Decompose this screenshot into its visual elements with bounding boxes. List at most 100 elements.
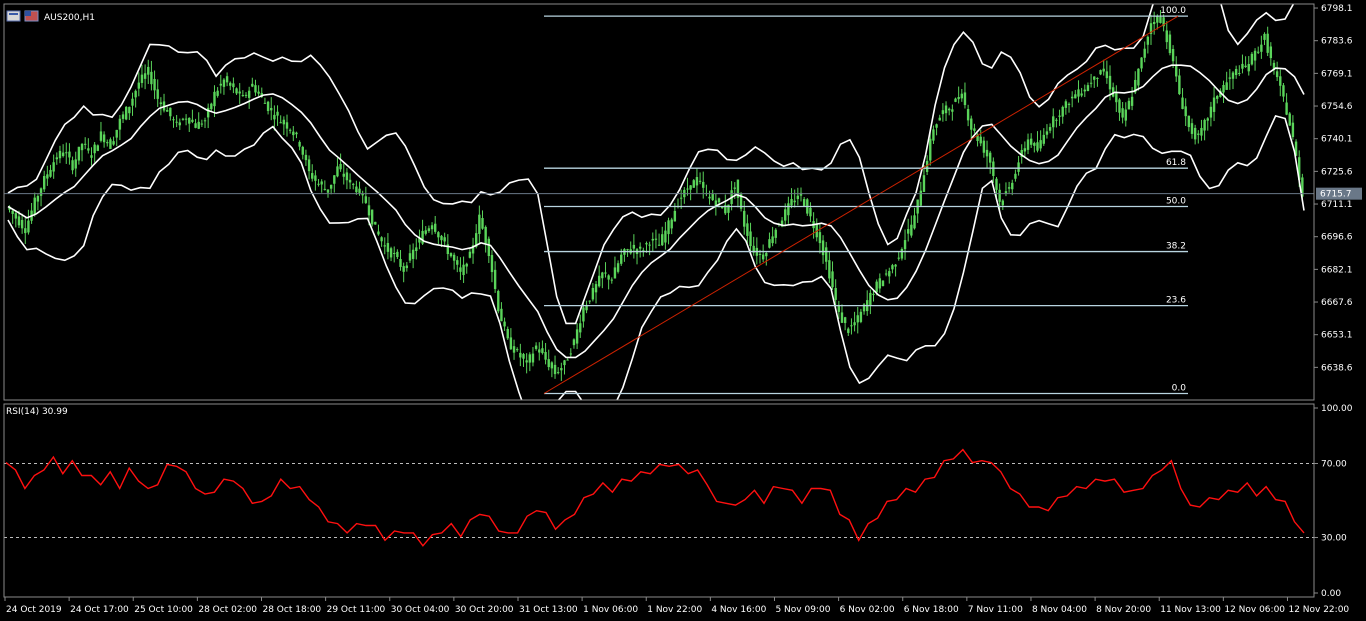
candle-body <box>941 110 945 115</box>
candle-body <box>758 253 762 255</box>
candle-body <box>298 141 301 147</box>
candle-body <box>1146 36 1150 45</box>
candle-body <box>124 106 128 120</box>
time-tick-label: 6 Nov 02:00 <box>840 605 895 615</box>
candle-body <box>1190 123 1194 134</box>
chart-canvas[interactable]: 100.0 61.8 50.0 38.2 23.6 0.0 6798.1 6783.6 676… <box>0 0 1366 621</box>
candle-body <box>288 129 292 131</box>
time-tick-label: 28 Oct 02:00 <box>198 605 257 615</box>
candle-body <box>657 244 661 246</box>
candle-body <box>1178 75 1181 95</box>
candle-body <box>1058 115 1061 117</box>
candle-body <box>1108 75 1112 90</box>
candle-body <box>500 308 503 322</box>
candle-body <box>65 152 68 154</box>
candle-body <box>326 189 330 193</box>
candle-body <box>1238 73 1241 75</box>
candle-body <box>440 235 443 241</box>
candle-body <box>11 210 14 214</box>
candle-body <box>1093 76 1096 80</box>
candle-body <box>825 247 828 262</box>
time-tick-label: 31 Oct 13:00 <box>519 605 578 615</box>
time-tick-label: 30 Oct 20:00 <box>455 605 514 615</box>
candle-body <box>244 94 248 96</box>
candle-body <box>134 90 137 98</box>
candle-body <box>175 121 178 123</box>
candle-body <box>717 198 721 203</box>
candle-body <box>200 123 204 125</box>
candle-body <box>679 197 683 199</box>
candle-body <box>58 150 62 159</box>
candle-body <box>919 190 923 206</box>
candle-body <box>292 131 295 136</box>
candle-body <box>695 177 699 186</box>
candle-body <box>1225 82 1228 90</box>
candle-body <box>692 180 695 188</box>
candle-body <box>301 146 304 155</box>
candle-body <box>869 292 872 306</box>
candle-body <box>370 209 374 225</box>
candle-body <box>765 252 768 257</box>
candle-body <box>159 102 163 105</box>
candle-body <box>225 76 229 83</box>
candle-body <box>963 92 967 106</box>
candle-body <box>46 174 49 179</box>
candle-body <box>910 224 913 236</box>
candle-body <box>528 354 532 363</box>
time-tick-label: 1 Nov 22:00 <box>647 605 702 615</box>
candle-body <box>1121 108 1124 118</box>
candle-body <box>352 183 355 185</box>
candle-body <box>402 266 405 272</box>
time-tick-label: 1 Nov 06:00 <box>583 605 638 615</box>
candle-body <box>61 152 65 157</box>
candle-body <box>197 121 200 129</box>
candle-body <box>796 195 800 200</box>
candle-body <box>900 249 904 259</box>
candle-body <box>83 143 87 145</box>
candle-body <box>1048 127 1052 131</box>
candle-body <box>547 359 550 368</box>
candle-body <box>178 122 181 126</box>
candle-body <box>1023 148 1027 152</box>
candle-body <box>24 228 27 234</box>
candle-body <box>210 103 213 110</box>
candle-body <box>1096 77 1099 79</box>
candle-body <box>1039 140 1042 149</box>
candle-body <box>452 254 456 261</box>
rsi-tick-label: 30.00 <box>1321 534 1347 544</box>
candle-body <box>957 96 960 100</box>
candle-body <box>560 368 563 371</box>
candle-body <box>1193 127 1197 140</box>
candle-body <box>550 362 554 369</box>
candle-body <box>270 107 273 111</box>
candle-body <box>1140 57 1143 69</box>
candle-body <box>203 120 207 122</box>
candle-body <box>229 82 232 86</box>
candle-body <box>137 82 140 89</box>
candle-body <box>1203 119 1206 131</box>
candle-body <box>478 214 481 234</box>
candle-body <box>503 321 506 327</box>
candle-body <box>336 166 339 177</box>
candle-body <box>601 272 604 279</box>
candle-body <box>1171 48 1175 62</box>
candle-body <box>913 215 916 229</box>
candle-body <box>506 328 509 339</box>
candle-body <box>1257 51 1260 53</box>
candle-body <box>348 179 352 183</box>
candle-body <box>872 293 875 296</box>
candle-body <box>263 102 267 104</box>
candle-body <box>188 117 191 124</box>
candle-body <box>689 185 692 190</box>
candle-body <box>1118 99 1121 113</box>
current-price-label: 6715.7 <box>1320 190 1352 200</box>
candle-body <box>1052 116 1055 128</box>
candle-body <box>481 218 484 229</box>
candle-body <box>1247 63 1250 72</box>
rsi-indicator-label: RSI(14) 30.99 <box>6 407 68 417</box>
price-tick-label: 6754.6 <box>1321 102 1353 112</box>
candle-body <box>153 78 156 91</box>
candle-body <box>339 164 342 170</box>
candle-body <box>651 238 654 241</box>
fib-level-label: 50.0 <box>1166 197 1186 207</box>
